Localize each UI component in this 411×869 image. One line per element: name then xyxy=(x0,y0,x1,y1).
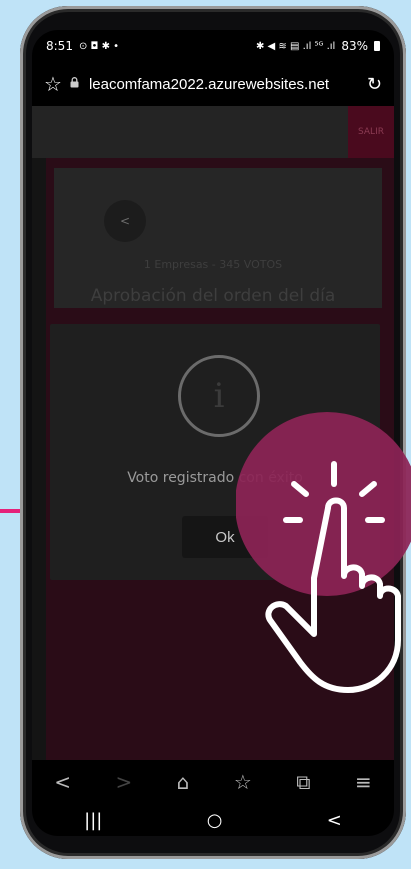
home-icon[interactable]: ⌂ xyxy=(177,770,190,794)
modal-message: Voto registrado con éxito xyxy=(127,470,303,486)
votes-summary: 1 Empresas - 345 VOTOS xyxy=(143,258,283,271)
web-content: SALIR < 1 Empresas - 345 VOTOS Aprobació… xyxy=(32,106,394,760)
salir-button[interactable]: SALIR xyxy=(348,106,394,158)
status-bar: 8:51 ⊙ ◘ ✱ • ✱ ◀ ≋ ▤ .ıl ⁵ᴳ .ıl 83% xyxy=(32,30,394,62)
system-nav-bar: ||| ○ < xyxy=(32,804,394,836)
phone-screen: 8:51 ⊙ ◘ ✱ • ✱ ◀ ≋ ▤ .ıl ⁵ᴳ .ıl 83% ☆ le… xyxy=(32,30,394,836)
status-time: 8:51 xyxy=(46,39,73,53)
agenda-title: Aprobación del orden del día xyxy=(90,286,336,306)
browser-forward-icon[interactable]: > xyxy=(115,770,132,794)
lock-icon xyxy=(70,77,79,91)
url-text[interactable]: leacomfama2022.azurewebsites.net xyxy=(89,76,361,93)
ok-button[interactable]: Ok xyxy=(182,516,268,558)
system-back-icon[interactable]: < xyxy=(327,810,342,831)
system-home-icon[interactable]: ○ xyxy=(207,810,223,831)
refresh-icon[interactable]: ↻ xyxy=(367,74,382,95)
bookmarks-icon[interactable]: ☆ xyxy=(234,770,252,794)
site-top-bar xyxy=(32,106,394,158)
success-modal: i Voto registrado con éxito Ok xyxy=(50,324,380,580)
browser-nav-bar: < > ⌂ ☆ ⧉ ≡ xyxy=(32,760,394,804)
menu-icon[interactable]: ≡ xyxy=(355,770,372,794)
back-button[interactable]: < xyxy=(104,200,146,242)
status-left-icons: ⊙ ◘ ✱ • xyxy=(78,40,120,52)
status-right-icons: ✱ ◀ ≋ ▤ .ıl ⁵ᴳ .ıl xyxy=(256,40,336,52)
bookmark-star-icon[interactable]: ☆ xyxy=(44,72,62,96)
browser-url-bar: ☆ leacomfama2022.azurewebsites.net ↻ xyxy=(32,62,394,106)
recents-icon[interactable]: ||| xyxy=(84,810,102,831)
tabs-icon[interactable]: ⧉ xyxy=(296,770,310,794)
battery-level: 83% xyxy=(341,39,368,53)
info-icon-glyph: i xyxy=(213,376,225,416)
battery-icon xyxy=(374,41,380,51)
browser-back-icon[interactable]: < xyxy=(54,770,71,794)
info-icon: i xyxy=(178,355,260,437)
